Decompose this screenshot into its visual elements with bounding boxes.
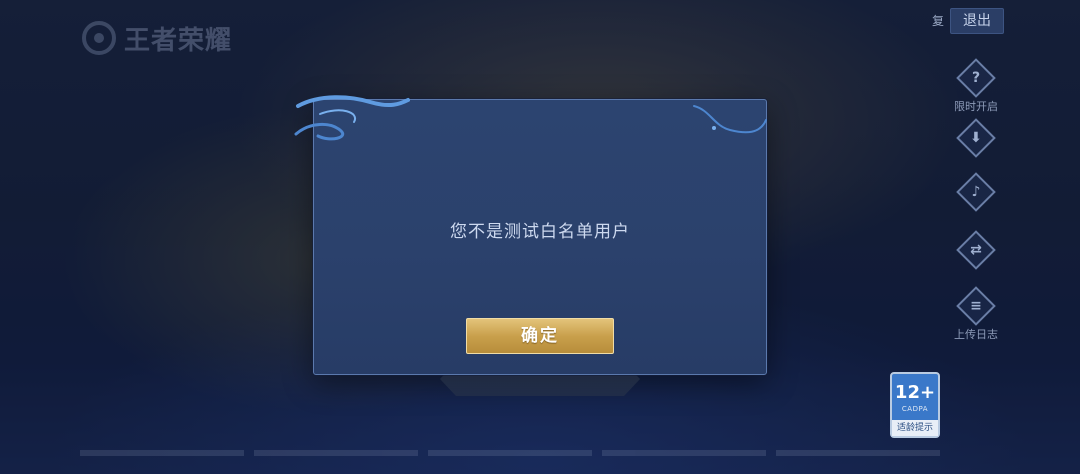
switch-account-icon: ⇄ [956, 230, 996, 270]
age-rating-number: 12+ [894, 382, 936, 403]
game-login-screen: 王者荣耀 复 退出 ? 限时开启 ⬇ ♪ ⇄ ≡ 上传日志 12+ CADPA … [0, 0, 1080, 474]
footer-legal-text-blurred [80, 444, 940, 464]
clipboard-icon: ≡ [956, 286, 996, 326]
age-rating-org: CADPA [901, 405, 929, 413]
game-logo: 王者荣耀 [82, 18, 232, 58]
age-rating-text: 适龄提示 [892, 420, 938, 436]
alert-dialog: 您不是测试白名单用户 确定 [313, 99, 767, 375]
age-rating-badge[interactable]: 12+ CADPA 适龄提示 [890, 372, 940, 438]
sound-button[interactable]: ♪ [950, 172, 1002, 212]
speaker-icon: ♪ [956, 172, 996, 212]
download-icon: ⬇ [956, 118, 996, 158]
limited-time-label: 限时开启 [954, 100, 998, 113]
confirm-button[interactable]: 确定 [466, 318, 614, 354]
exit-prefix-text: 复 [932, 14, 945, 28]
upload-log-button[interactable]: ≡ 上传日志 [950, 286, 1002, 342]
limited-time-button[interactable]: ? 限时开启 [950, 58, 1002, 114]
logo-emblem-icon [82, 21, 116, 55]
switch-account-button[interactable]: ⇄ [950, 230, 1002, 270]
upload-log-label: 上传日志 [954, 328, 998, 341]
download-button[interactable]: ⬇ [950, 118, 1002, 158]
dialog-message: 您不是测试白名单用户 [450, 222, 630, 242]
exit-button[interactable]: 退出 [950, 8, 1004, 34]
logo-text: 王者荣耀 [124, 25, 233, 56]
question-icon: ? [956, 58, 996, 98]
